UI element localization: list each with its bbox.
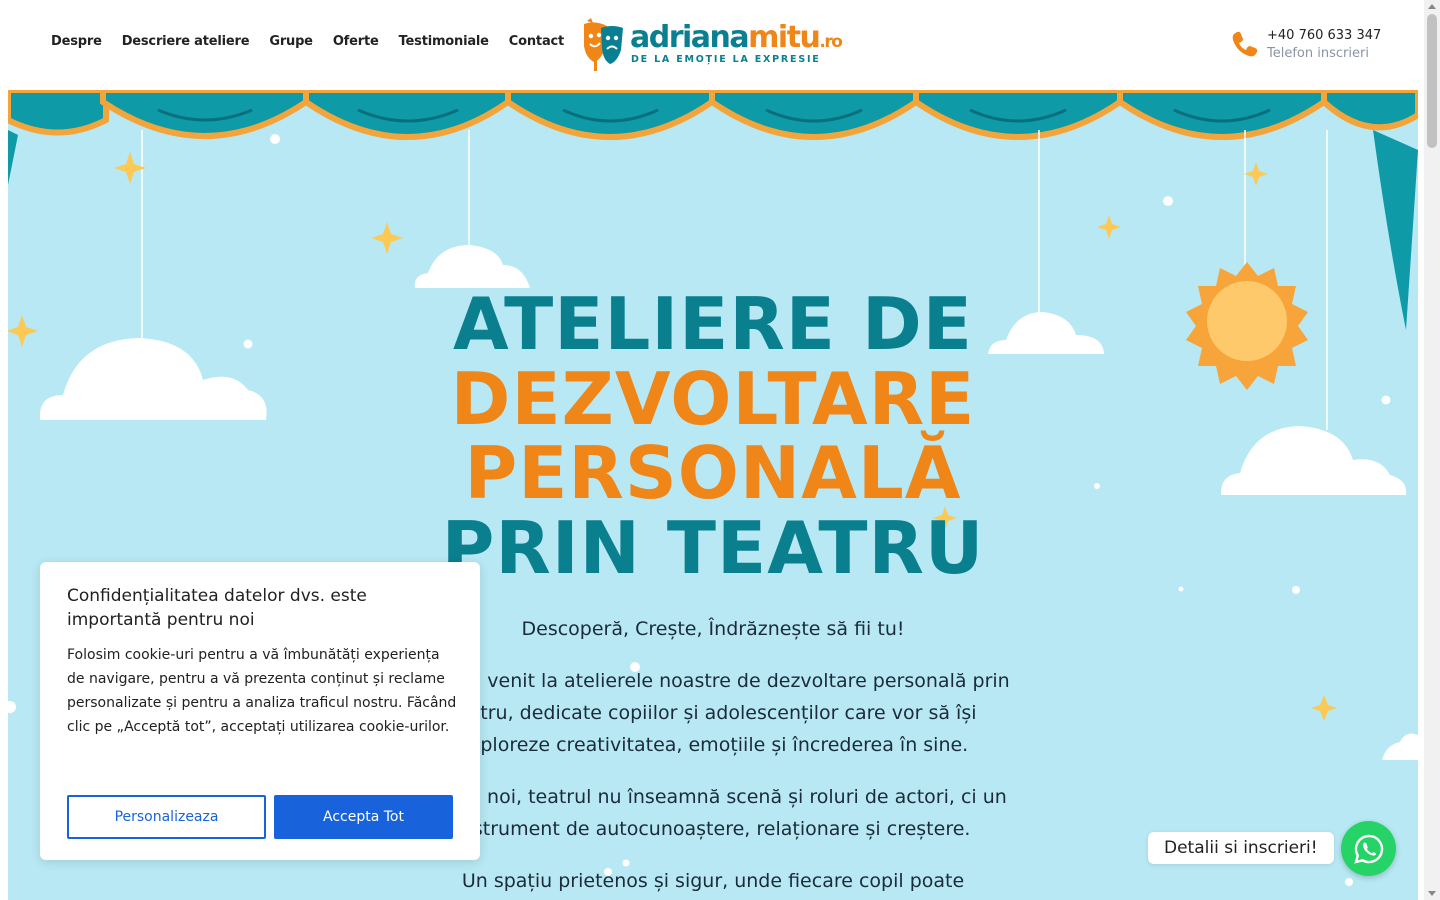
- phone-icon: [1232, 31, 1258, 57]
- logo-part-mitu: mitu: [748, 20, 821, 55]
- hero-paragraph-3: Un spațiu prietenos și sigur, unde fieca…: [461, 870, 965, 892]
- cookie-customize-button[interactable]: Personalizeaza: [67, 795, 266, 839]
- scroll-down-arrow-icon[interactable]: [1428, 891, 1436, 896]
- main-nav: Despre Descriere ateliere Grupe Oferte T…: [51, 34, 584, 49]
- cookie-accept-all-button[interactable]: Accepta Tot: [274, 795, 453, 839]
- site-header: Despre Descriere ateliere Grupe Oferte T…: [0, 0, 1424, 90]
- nav-item-oferte[interactable]: Oferte: [333, 34, 379, 49]
- nav-item-contact[interactable]: Contact: [509, 34, 564, 49]
- logo-part-adriana: adriana: [630, 20, 750, 55]
- curtain-left: [8, 130, 18, 185]
- theatre-masks-icon: [584, 18, 623, 71]
- phone-number[interactable]: +40 760 633 347: [1267, 28, 1381, 43]
- logo-part-ro: .ro: [819, 32, 843, 52]
- hero-title-line-2: DEZVOLTARE: [450, 357, 976, 441]
- scroll-up-arrow-icon[interactable]: [1428, 4, 1436, 9]
- page-scrollbar[interactable]: [1424, 0, 1440, 900]
- cookie-text: Folosim cookie-uri pentru a vă îmbunătăț…: [67, 647, 457, 735]
- curtain-valance: [8, 90, 1418, 140]
- nav-item-grupe[interactable]: Grupe: [269, 34, 313, 49]
- nav-item-testimoniale[interactable]: Testimoniale: [399, 34, 489, 49]
- whatsapp-icon: [1353, 834, 1383, 864]
- logo-wordmark: adrianamitu.ro: [630, 20, 843, 55]
- hero-title-line-1: ATELIERE DE: [453, 282, 973, 366]
- cookie-consent-banner: Confidențialitatea datelor dvs. este imp…: [40, 562, 480, 860]
- nav-item-descriere-ateliere[interactable]: Descriere ateliere: [122, 34, 250, 49]
- hero-paragraph-2: Pentru noi, teatrul nu înseamnă scenă și…: [419, 786, 1007, 840]
- whatsapp-button[interactable]: [1341, 821, 1396, 876]
- whatsapp-label[interactable]: Detalii si inscrieri!: [1148, 832, 1334, 864]
- phone-label: Telefon inscrieri: [1267, 46, 1369, 61]
- logo-tagline: DE LA EMOȚIE LA EXPRESIE: [631, 54, 821, 65]
- hero-title-line-3: PERSONALĂ: [464, 431, 962, 515]
- cookie-title: Confidențialitatea datelor dvs. este imp…: [67, 586, 367, 630]
- site-logo[interactable]: adrianamitu.ro DE LA EMOȚIE LA EXPRESIE: [581, 18, 843, 72]
- nav-item-despre[interactable]: Despre: [51, 34, 102, 49]
- hero-paragraph-1: Bine ai venit la atelierele noastre de d…: [416, 670, 1010, 756]
- scroll-thumb[interactable]: [1427, 14, 1437, 148]
